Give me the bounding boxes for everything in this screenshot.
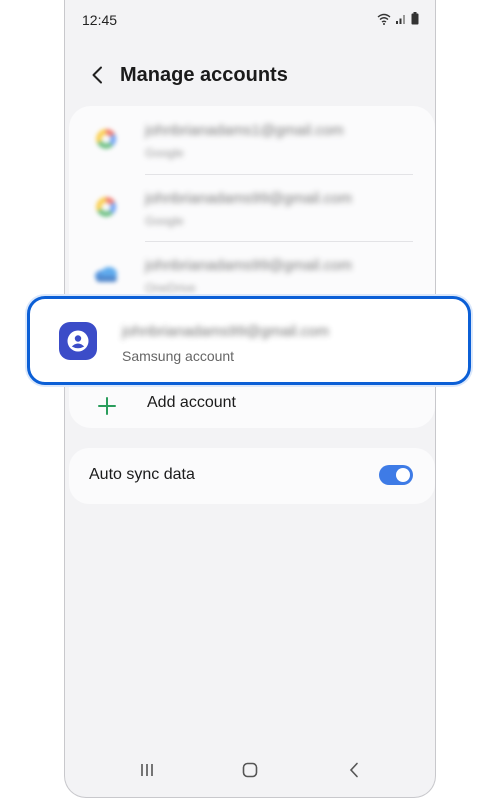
status-time: 12:45	[82, 12, 118, 28]
google-icon	[96, 196, 117, 217]
account-email: johnbrianadams99@gmail.com	[145, 257, 352, 274]
nav-back-button[interactable]	[343, 759, 365, 781]
samsung-account-icon	[59, 322, 97, 360]
battery-icon	[411, 12, 419, 25]
account-email: johnbrianadams1@gmail.com	[145, 122, 344, 139]
account-email: johnbrianadams99@gmail.com	[122, 323, 329, 340]
page-title: Manage accounts	[120, 64, 288, 86]
plus-icon	[98, 397, 116, 415]
status-bar: 12:45	[65, 0, 435, 36]
add-account-button[interactable]: Add account	[69, 386, 435, 426]
wifi-icon	[377, 13, 391, 25]
add-account-label: Add account	[147, 394, 236, 411]
account-item-google-2[interactable]: johnbrianadams99@gmail.com Google	[69, 174, 435, 242]
account-type: Google	[145, 214, 184, 228]
signal-icon	[396, 14, 405, 24]
account-type: OneDrive	[145, 281, 196, 295]
navigation-bar	[65, 745, 435, 797]
home-button[interactable]	[239, 759, 261, 781]
status-icons	[377, 12, 419, 25]
auto-sync-toggle[interactable]	[379, 465, 413, 485]
auto-sync-label: Auto sync data	[89, 466, 195, 483]
page-header: Manage accounts	[65, 56, 435, 96]
google-icon	[96, 128, 117, 149]
recent-apps-icon	[141, 764, 153, 776]
auto-sync-row[interactable]: Auto sync data	[69, 448, 435, 504]
onedrive-icon	[95, 267, 117, 282]
account-email: johnbrianadams99@gmail.com	[145, 190, 352, 207]
recent-apps-button[interactable]	[136, 759, 158, 781]
chevron-left-icon	[92, 66, 102, 84]
account-item-google-1[interactable]: johnbrianadams1@gmail.com Google	[69, 106, 435, 174]
home-icon	[242, 762, 258, 778]
account-type: Samsung account	[122, 348, 235, 364]
toggle-knob	[396, 468, 410, 482]
account-item-samsung-highlighted[interactable]: johnbrianadams99@gmail.com Samsung accou…	[27, 296, 471, 385]
phone-frame: 12:45 Manage accounts johnbrianadams1@gm…	[64, 0, 436, 798]
back-icon	[349, 762, 358, 778]
back-button[interactable]	[87, 64, 107, 86]
account-type: Google	[145, 146, 184, 160]
